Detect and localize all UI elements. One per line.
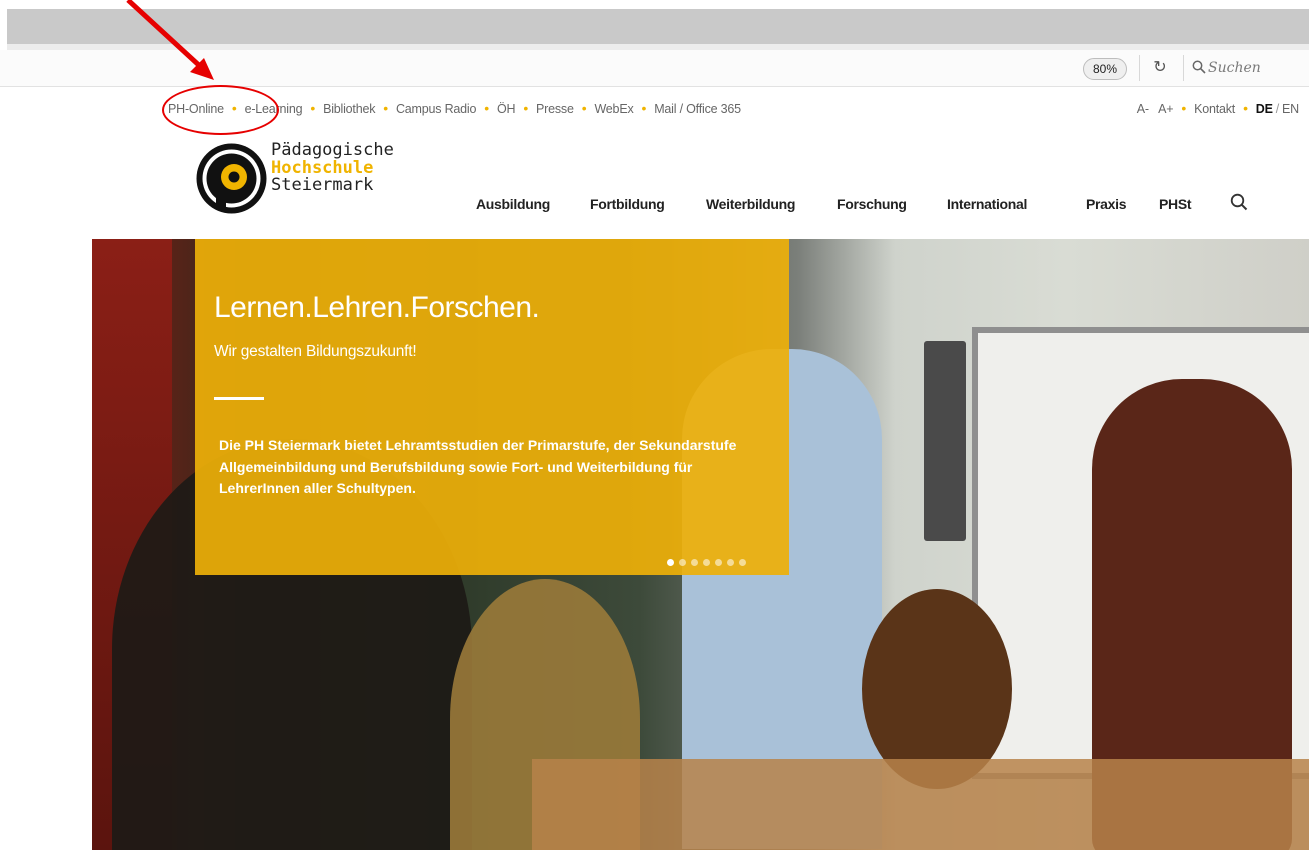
top-link-bibliothek[interactable]: Bibliothek xyxy=(323,102,375,116)
slider-pagination xyxy=(667,553,751,571)
nav-praxis[interactable]: Praxis xyxy=(1086,196,1127,218)
separator-dot: • xyxy=(310,100,316,116)
annotation-ellipse xyxy=(162,85,279,135)
hero-description: Die PH Steiermark bietet Lehramtsstudien… xyxy=(219,437,737,496)
slider-dot[interactable] xyxy=(739,559,746,566)
font-smaller-button[interactable]: A- xyxy=(1137,102,1149,116)
slider-dot[interactable] xyxy=(679,559,686,566)
nav-ausbildung[interactable]: Ausbildung xyxy=(476,196,550,218)
font-larger-button[interactable]: A+ xyxy=(1158,102,1173,116)
logo-line-3: Steiermark xyxy=(271,175,374,195)
browser-search-input[interactable] xyxy=(1208,56,1306,80)
site-search-icon[interactable] xyxy=(1230,193,1248,211)
hero-subtitle: Wir gestalten Bildungszukunft! xyxy=(214,343,417,360)
top-link-campus-radio[interactable]: Campus Radio xyxy=(396,102,476,116)
separator-dot: • xyxy=(641,100,647,116)
separator-dot: • xyxy=(523,100,529,116)
hero-title: Lernen.Lehren.Forschen. xyxy=(214,291,540,324)
nav-weiterbildung[interactable]: Weiterbildung xyxy=(706,196,795,218)
logo-line-1: Pädagogische xyxy=(271,140,394,160)
language-separator: / xyxy=(1275,102,1280,116)
nav-fortbildung[interactable]: Fortbildung xyxy=(590,196,665,218)
separator-dot: • xyxy=(1181,100,1187,116)
top-link-presse[interactable]: Presse xyxy=(536,102,574,116)
top-right-links: A- A+ • Kontakt • DE / EN xyxy=(1137,100,1299,116)
slider-dot[interactable] xyxy=(727,559,734,566)
nav-international[interactable]: International xyxy=(947,196,1027,218)
ph-logo-icon[interactable] xyxy=(194,141,269,216)
hero-divider xyxy=(214,397,264,400)
top-link-oeh[interactable]: ÖH xyxy=(497,102,516,116)
separator-dot: • xyxy=(484,100,489,116)
slider-dot[interactable] xyxy=(691,559,698,566)
slider-dot[interactable] xyxy=(703,559,710,566)
nav-forschung[interactable]: Forschung xyxy=(837,196,907,218)
reload-icon[interactable]: ↻ xyxy=(1149,57,1171,79)
nav-phst[interactable]: PHSt xyxy=(1159,196,1192,218)
logo-wordmark[interactable]: Pädagogische Hochschule Steiermark xyxy=(271,140,394,195)
toolbar-divider xyxy=(1139,55,1140,81)
zoom-level-button[interactable]: 80% xyxy=(1083,58,1127,80)
browser-search-box[interactable] xyxy=(1184,52,1309,84)
annotation-arrow-icon xyxy=(126,0,214,80)
top-link-mail-office[interactable]: Mail / Office 365 xyxy=(654,102,741,116)
separator-dot: • xyxy=(581,100,587,116)
search-icon xyxy=(1192,60,1206,74)
slider-dot[interactable] xyxy=(667,559,674,566)
language-en-link[interactable]: EN xyxy=(1282,102,1299,116)
separator-dot: • xyxy=(383,100,388,116)
language-de-link[interactable]: DE xyxy=(1256,102,1273,116)
hero-text-panel: Lernen.Lehren.Forschen. Wir gestalten Bi… xyxy=(195,239,789,575)
top-link-webex[interactable]: WebEx xyxy=(594,102,633,116)
slider-dot[interactable] xyxy=(715,559,722,566)
contact-link[interactable]: Kontakt xyxy=(1194,102,1235,116)
separator-dot: • xyxy=(1243,100,1248,116)
